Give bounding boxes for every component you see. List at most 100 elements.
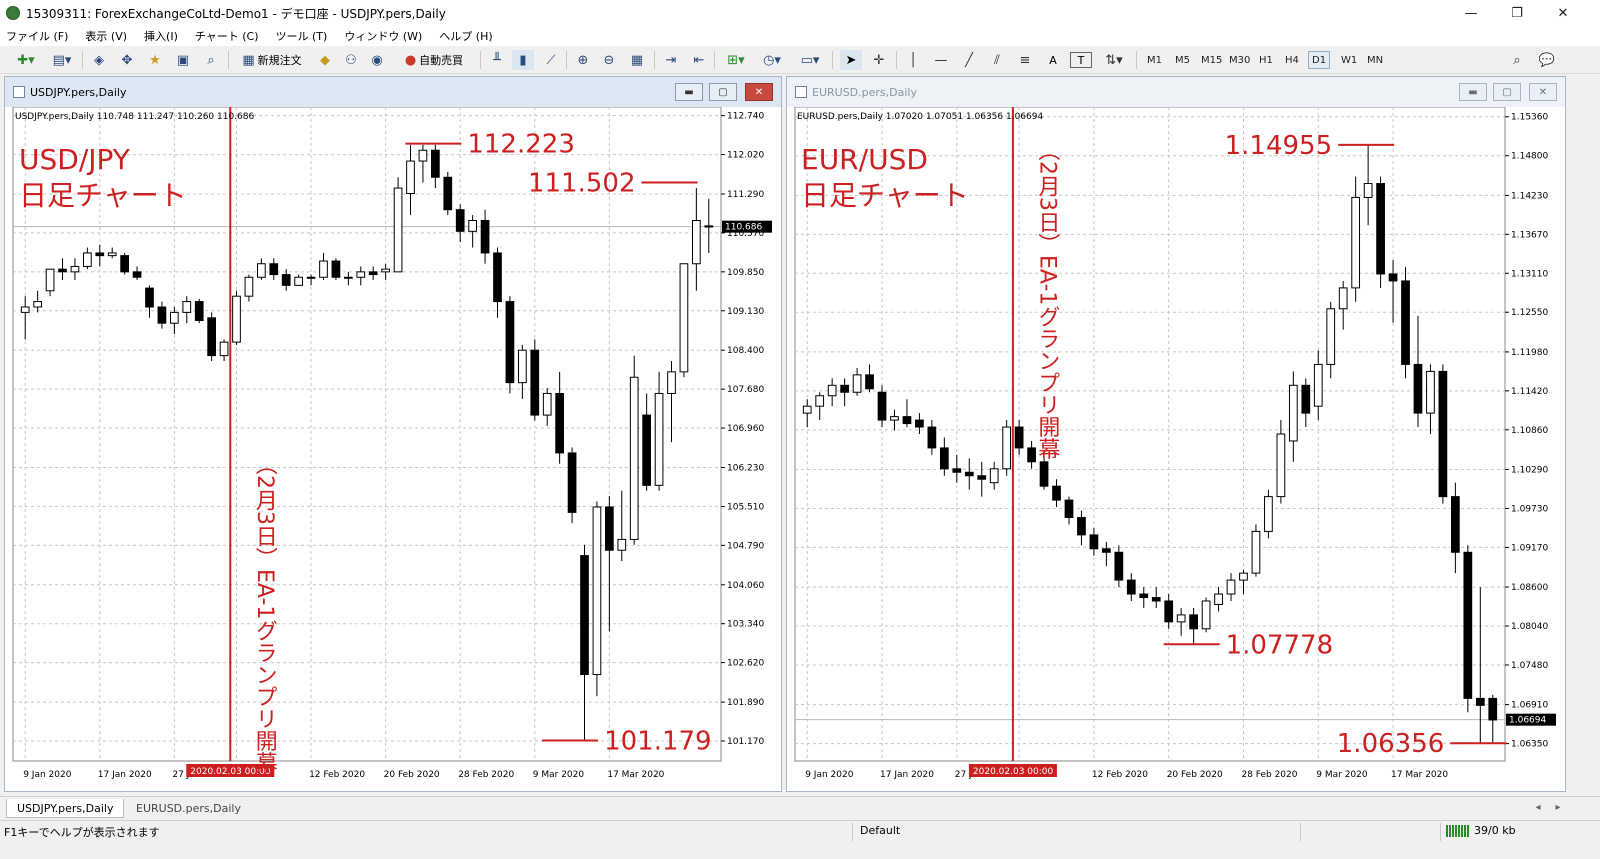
terminal-icon[interactable]: ▣	[172, 50, 194, 70]
y-tick-label: 1.13110	[1511, 269, 1548, 279]
tf-m1[interactable]: M1	[1144, 51, 1165, 69]
candle-body	[219, 341, 229, 357]
tab-scroll-right-icon[interactable]: ▸	[1550, 797, 1566, 817]
autotrade-button[interactable]: ● 自動売買	[394, 50, 474, 70]
tf-h1[interactable]: H1	[1256, 51, 1276, 69]
tab-scroll-left-icon[interactable]: ◂	[1530, 797, 1546, 817]
candle-body	[1438, 370, 1448, 498]
candlestick-icon[interactable]: ▮	[512, 50, 534, 70]
candle-body	[1002, 426, 1012, 470]
crosshair-icon[interactable]: ✛	[868, 50, 890, 70]
cursor-icon[interactable]: ➤	[840, 50, 862, 70]
tf-m30[interactable]: M30	[1226, 51, 1253, 69]
menu-file[interactable]: ファイル (F)	[6, 28, 68, 44]
zoom-out-icon[interactable]: ⊖	[598, 50, 620, 70]
candle-body	[902, 416, 912, 425]
text-label-icon[interactable]: T	[1070, 52, 1092, 68]
trendline-icon[interactable]: ╱	[958, 50, 980, 70]
templates-icon[interactable]: ▭▾	[794, 50, 826, 70]
navigator-icon[interactable]: ★	[144, 50, 166, 70]
connection-icon	[1446, 825, 1470, 837]
status-help-text: F1キーでヘルプが表示されます	[4, 826, 160, 839]
bar-chart-icon[interactable]: ╨	[486, 50, 508, 70]
usdjpy-chart-window: USDJPY.pers,Daily ▬ ▢ ✕ 112.740 112.020 11…	[4, 76, 782, 792]
market-watch-icon[interactable]: ◈	[88, 50, 110, 70]
indicators-icon[interactable]: ⊞▾	[720, 50, 752, 70]
candle-body	[480, 220, 490, 254]
data-window-icon[interactable]: ✥	[116, 50, 138, 70]
candle-body	[20, 306, 30, 313]
usdjpy-minimize-button[interactable]: ▬	[675, 83, 703, 101]
tf-m15[interactable]: M15	[1198, 51, 1225, 69]
candle-body	[542, 392, 552, 416]
menu-help[interactable]: ヘルプ (H)	[439, 28, 492, 44]
usdjpy-maximize-button[interactable]: ▢	[709, 83, 737, 101]
usdjpy-window-titlebar[interactable]: USDJPY.pers,Daily ▬ ▢ ✕	[5, 77, 781, 107]
chart-window-icon	[13, 86, 25, 98]
candle-body	[1326, 308, 1336, 365]
metaeditor-icon[interactable]: ◆	[314, 50, 336, 70]
usdjpy-label-subtitle: 日足チャート	[19, 179, 187, 212]
tf-h4[interactable]: H4	[1282, 51, 1302, 69]
eurusd-chart[interactable]: 1.15360 1.14800 1.14230 1.13670 1.13110 1.125…	[787, 107, 1565, 791]
profiles-icon[interactable]: ▤▾	[46, 50, 78, 70]
candle-body	[530, 349, 540, 416]
chat-icon[interactable]: 💬	[1536, 50, 1558, 70]
tab-eurusd[interactable]: EURUSD.pers,Daily	[126, 799, 251, 817]
autoscroll-icon[interactable]: ⇤	[688, 50, 710, 70]
status-bar: F1キーでヘルプが表示されます Default 39/0 kb	[0, 820, 1600, 859]
signals-icon[interactable]: ⚇	[340, 50, 362, 70]
periods-icon[interactable]: ◷▾	[756, 50, 788, 70]
line-chart-icon[interactable]: ⟋	[540, 50, 562, 70]
menu-tools[interactable]: ツール (T)	[276, 28, 328, 44]
eurusd-close-button[interactable]: ✕	[1529, 83, 1557, 101]
menu-window[interactable]: ウィンドウ (W)	[344, 28, 422, 44]
tf-d1[interactable]: D1	[1308, 51, 1331, 69]
arrows-icon[interactable]: ⇅▾	[1098, 50, 1130, 70]
event-caption: （2月3日）EA-1グランプリ開幕	[252, 453, 278, 774]
channel-icon[interactable]: ⫽	[986, 50, 1008, 70]
y-tick-label: 1.10290	[1511, 465, 1548, 475]
eurusd-window-titlebar[interactable]: EURUSD.pers,Daily ▬ ▢ ✕	[787, 77, 1565, 107]
chart-shift-icon[interactable]: ⇥	[660, 50, 682, 70]
eurusd-maximize-button[interactable]: ▢	[1493, 83, 1521, 101]
x-tick-label: 9 Jan 2020	[23, 770, 71, 780]
eurusd-minimize-button[interactable]: ▬	[1459, 83, 1487, 101]
menu-view[interactable]: 表示 (V)	[85, 28, 127, 44]
y-tick-label: 1.09730	[1511, 504, 1548, 514]
title-bar: 15309311: ForexExchangeCoLtd-Demo1 - デモ口…	[0, 0, 1600, 26]
candle-body	[1226, 579, 1236, 595]
tile-windows-icon[interactable]: ▦	[626, 50, 648, 70]
zoom-in-icon[interactable]: ⊕	[572, 50, 594, 70]
usdjpy-close-button[interactable]: ✕	[745, 83, 773, 101]
minimize-button[interactable]: —	[1448, 0, 1494, 26]
text-tool-icon[interactable]: A	[1042, 50, 1064, 70]
menu-insert[interactable]: 挿入(I)	[144, 28, 178, 44]
market-icon[interactable]: ◉	[366, 50, 388, 70]
horizontal-line-icon[interactable]: —	[930, 50, 952, 70]
restore-button[interactable]: ❐	[1494, 0, 1540, 26]
menu-chart[interactable]: チャート (C)	[195, 28, 259, 44]
candle-body	[306, 276, 316, 279]
usdjpy-chart[interactable]: 112.740112.020111.290110.570109.850109.1…	[5, 107, 781, 791]
fibonacci-icon[interactable]: ≡	[1014, 50, 1036, 70]
candle-body	[431, 149, 440, 178]
tf-mn[interactable]: MN	[1364, 51, 1386, 69]
candle-body	[939, 447, 949, 470]
candle-body	[1189, 614, 1198, 630]
y-tick-label: 1.06910	[1511, 701, 1548, 711]
new-chart-icon[interactable]: ✚▾	[8, 50, 44, 70]
search-icon[interactable]: ⌕	[1506, 50, 1528, 70]
tf-m5[interactable]: M5	[1172, 51, 1193, 69]
tab-usdjpy[interactable]: USDJPY.pers,Daily	[6, 799, 125, 818]
x-tick-label: 17 Mar 2020	[1391, 770, 1448, 780]
new-order-button[interactable]: ▦ 新規注文	[234, 50, 310, 70]
close-button[interactable]: ✕	[1540, 0, 1586, 26]
y-tick-label: 103.340	[727, 620, 764, 630]
usdjpy-label-title: USD/JPY	[19, 143, 131, 176]
tester-icon[interactable]: ⌕	[200, 50, 222, 70]
toolbar: ✚▾ ▤▾ ◈ ✥ ★ ▣ ⌕ ▦ 新規注文 ◆ ⚇ ◉ ● 自動売買 ╨ ▮ ⟋ …	[0, 46, 1600, 74]
vertical-line-icon[interactable]: │	[902, 50, 924, 70]
tf-w1[interactable]: W1	[1338, 51, 1360, 69]
candle-body	[605, 506, 614, 551]
